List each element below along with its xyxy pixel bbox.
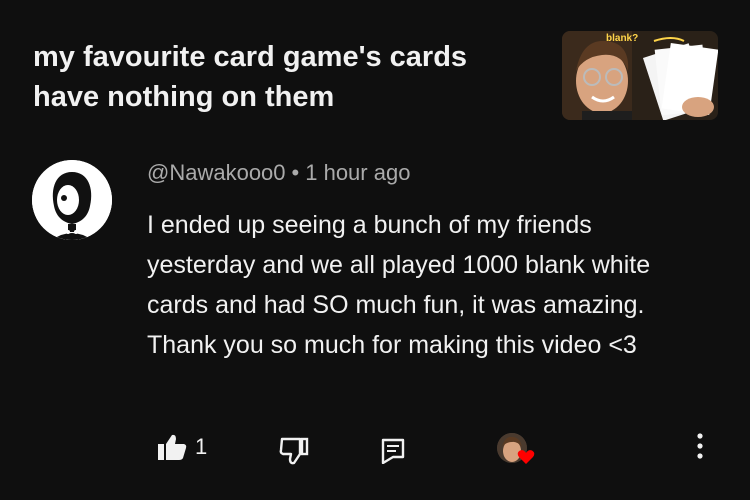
- thumbs-down-icon: [279, 437, 309, 465]
- video-title[interactable]: my favourite card game's cards have noth…: [33, 37, 533, 117]
- comment-text: I ended up seeing a bunch of my friends …: [147, 211, 651, 359]
- meta-separator: •: [291, 160, 300, 185]
- thumbs-up-icon: [157, 433, 187, 461]
- creator-heart-icon: [517, 449, 535, 470]
- comment-meta: @Nawakooo0 • 1 hour ago: [147, 160, 410, 186]
- reply-icon: [381, 438, 405, 464]
- comment-time[interactable]: 1 hour ago: [305, 160, 410, 185]
- like-button[interactable]: 1: [157, 433, 207, 461]
- thumbnail-image: [562, 31, 718, 120]
- avatar-drawing: [32, 160, 112, 240]
- video-thumbnail[interactable]: blank?: [562, 31, 718, 120]
- more-options-icon: [696, 433, 704, 459]
- dislike-button[interactable]: [279, 437, 309, 465]
- like-count: 1: [195, 434, 208, 459]
- comment-actions: 1: [0, 425, 750, 475]
- thumbnail-caption: blank?: [606, 33, 639, 44]
- comment-author[interactable]: @Nawakooo0: [147, 160, 286, 185]
- creator-heart: [497, 433, 537, 469]
- more-options-button[interactable]: [696, 433, 704, 459]
- reply-button[interactable]: [381, 438, 405, 464]
- commenter-avatar[interactable]: [32, 160, 112, 240]
